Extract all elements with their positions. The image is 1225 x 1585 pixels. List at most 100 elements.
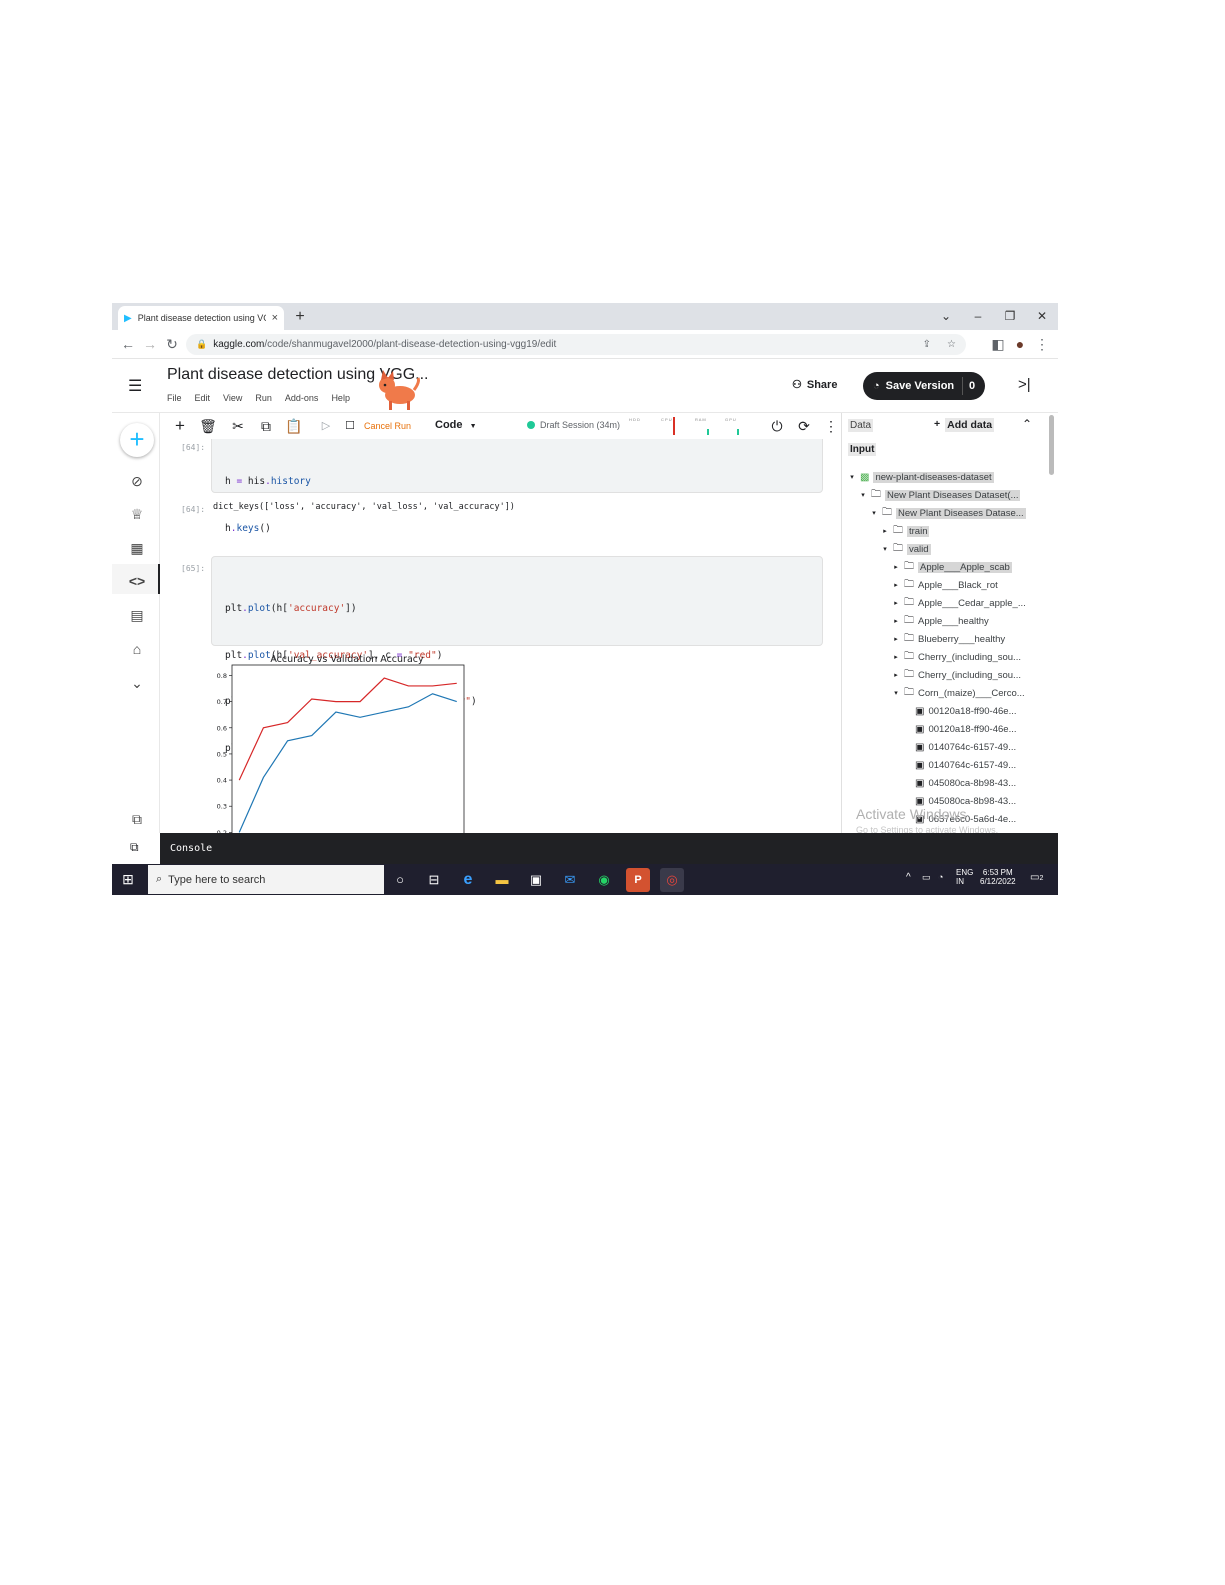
tree-item[interactable]: ▣ 0140764c-6157-49... bbox=[848, 756, 1048, 774]
new-tab-button[interactable]: + bbox=[290, 306, 310, 328]
expanded-caret-icon[interactable]: ▾ bbox=[870, 509, 878, 517]
tree-item[interactable]: ▸ 🗀 Cherry_(including_sou... bbox=[848, 648, 1048, 666]
store-icon[interactable]: ▣ bbox=[524, 868, 548, 892]
tree-item[interactable]: ▣ 00120a18-ff90-46e... bbox=[848, 720, 1048, 738]
tree-item[interactable]: ▸ 🗀 Apple___healthy bbox=[848, 612, 1048, 630]
copy-icon[interactable]: ⧉ bbox=[256, 416, 276, 436]
collapsed-caret-icon[interactable]: ▸ bbox=[881, 527, 889, 535]
code-icon[interactable]: <> bbox=[126, 570, 148, 592]
run-cell-icon[interactable]: ▷ bbox=[316, 416, 336, 436]
more-options-icon[interactable]: ⋮ bbox=[821, 416, 841, 436]
menu-edit[interactable]: Edit bbox=[195, 393, 211, 403]
chevron-down-icon[interactable]: ⌄ bbox=[126, 672, 148, 694]
tab-search-icon[interactable]: ⌄ bbox=[930, 303, 962, 330]
file-explorer-icon[interactable]: ▬ bbox=[490, 868, 514, 892]
menu-view[interactable]: View bbox=[223, 393, 242, 403]
wifi-icon[interactable]: ◔ bbox=[938, 872, 943, 882]
collapse-panel-icon[interactable]: >| bbox=[1018, 376, 1031, 393]
tree-item[interactable]: ▾ 🗀 valid bbox=[848, 540, 1048, 558]
tray-chevron-icon[interactable]: ^ bbox=[906, 872, 911, 883]
tree-item[interactable]: ▾ 🗀 New Plant Diseases Datase... bbox=[848, 504, 1048, 522]
collapse-up-icon[interactable]: ⌃ bbox=[1022, 417, 1032, 431]
discussion-icon[interactable]: ▤ bbox=[126, 604, 148, 626]
sidepanel-icon[interactable]: ◧ bbox=[988, 334, 1008, 354]
tree-item[interactable]: ▣ 045080ca-8b98-43... bbox=[848, 774, 1048, 792]
tree-item[interactable]: ▾ ▩ new-plant-diseases-dataset bbox=[848, 468, 1048, 486]
expanded-caret-icon[interactable]: ▾ bbox=[881, 545, 889, 553]
close-tab-icon[interactable]: × bbox=[272, 312, 278, 324]
windows-start-icon[interactable]: ⊞ bbox=[120, 871, 136, 887]
stop-icon[interactable]: ☐ bbox=[340, 416, 360, 436]
collapsed-caret-icon[interactable]: ▸ bbox=[892, 563, 900, 571]
expanded-caret-icon[interactable]: ▾ bbox=[859, 491, 867, 499]
back-icon[interactable]: ← bbox=[118, 334, 138, 354]
tree-item[interactable]: ▾ 🗀 New Plant Diseases Dataset(... bbox=[848, 486, 1048, 504]
notifications-icon[interactable]: ⧉ bbox=[126, 808, 148, 830]
paste-icon[interactable]: 📋 bbox=[284, 416, 304, 436]
browser-tab[interactable]: ▶ Plant disease detection using VG × bbox=[118, 306, 284, 330]
learn-icon[interactable]: ⌂ bbox=[126, 638, 148, 660]
cortana-icon[interactable]: ○ bbox=[388, 868, 412, 892]
tree-item[interactable]: ▸ 🗀 Blueberry___healthy bbox=[848, 630, 1048, 648]
tree-item[interactable]: ▣ 00120a18-ff90-46e... bbox=[848, 702, 1048, 720]
collapsed-caret-icon[interactable]: ▸ bbox=[892, 653, 900, 661]
share-page-icon[interactable]: ⇪ bbox=[923, 339, 931, 350]
forward-icon[interactable]: → bbox=[140, 334, 160, 354]
trophy-icon[interactable]: ♕ bbox=[126, 503, 148, 525]
draft-session-status[interactable]: Draft Session (34m) bbox=[527, 420, 620, 430]
url-input[interactable]: 🔒 kaggle.com/code/shanmugavel2000/plant-… bbox=[186, 334, 966, 355]
share-button[interactable]: ⚇ Share bbox=[792, 378, 837, 392]
tree-item[interactable]: ▸ 🗀 train bbox=[848, 522, 1048, 540]
tree-item[interactable]: ▸ 🗀 Apple___Apple_scab bbox=[848, 558, 1048, 576]
tree-item[interactable]: ▸ 🗀 Apple___Black_rot bbox=[848, 576, 1048, 594]
tree-item[interactable]: ▣ 0140764c-6157-49... bbox=[848, 738, 1048, 756]
tree-item[interactable]: ▾ 🗀 Corn_(maize)___Cerco... bbox=[848, 684, 1048, 702]
code-cell[interactable]: plt.plot(h['accuracy']) plt.plot(h['val_… bbox=[211, 556, 823, 754]
battery-icon[interactable]: ▭ bbox=[922, 872, 931, 883]
chrome-icon[interactable]: ◎ bbox=[660, 868, 684, 892]
collapsed-caret-icon[interactable]: ▸ bbox=[892, 599, 900, 607]
power-icon[interactable]: ⏻ bbox=[767, 416, 787, 436]
tree-item[interactable]: ▸ 🗀 Apple___Cedar_apple_... bbox=[848, 594, 1048, 612]
delete-cell-icon[interactable]: 🗑 bbox=[198, 416, 218, 436]
browser-menu-icon[interactable]: ⋮ bbox=[1032, 334, 1052, 354]
cancel-run-button[interactable]: Cancel Run bbox=[364, 421, 411, 431]
console-toggle-icon[interactable]: ⧉ bbox=[130, 840, 139, 855]
code-cell[interactable]: h = his.history h.keys() bbox=[211, 439, 823, 534]
console-bar[interactable]: Console bbox=[160, 833, 1058, 864]
bookmark-star-icon[interactable]: ☆ bbox=[947, 339, 956, 350]
restore-button[interactable]: ❐ bbox=[994, 303, 1026, 330]
collapsed-caret-icon[interactable]: ▸ bbox=[892, 671, 900, 679]
collapsed-caret-icon[interactable]: ▸ bbox=[892, 635, 900, 643]
task-view-icon[interactable]: ⊟ bbox=[422, 868, 446, 892]
panel-scrollbar[interactable] bbox=[1049, 415, 1054, 475]
expanded-caret-icon[interactable]: ▾ bbox=[848, 473, 856, 481]
add-data-button[interactable]: + Add data bbox=[934, 418, 995, 432]
taskbar-search-input[interactable]: ⌕ Type here to search bbox=[148, 865, 384, 894]
edge-icon[interactable]: e bbox=[456, 868, 480, 892]
menu-addons[interactable]: Add-ons bbox=[285, 393, 319, 403]
collapsed-caret-icon[interactable]: ▸ bbox=[892, 617, 900, 625]
refresh-session-icon[interactable]: ⟳ bbox=[794, 416, 814, 436]
close-window-button[interactable]: ✕ bbox=[1026, 303, 1058, 330]
minimize-button[interactable]: – bbox=[962, 303, 994, 330]
reload-icon[interactable]: ↻ bbox=[162, 334, 182, 354]
create-plus-button[interactable]: + bbox=[120, 423, 154, 457]
mail-icon[interactable]: ✉ bbox=[558, 868, 582, 892]
expanded-caret-icon[interactable]: ▾ bbox=[892, 689, 900, 697]
cell-type-select[interactable]: Code ▼ bbox=[435, 419, 477, 431]
cut-icon[interactable]: ✂ bbox=[228, 416, 248, 436]
menu-run[interactable]: Run bbox=[255, 393, 272, 403]
action-center-icon[interactable]: ▭2 bbox=[1030, 872, 1043, 883]
table-icon[interactable]: ▦ bbox=[126, 537, 148, 559]
menu-help[interactable]: Help bbox=[331, 393, 350, 403]
profile-avatar[interactable]: ● bbox=[1010, 334, 1030, 354]
menu-file[interactable]: File bbox=[167, 393, 182, 403]
hamburger-menu-icon[interactable]: ☰ bbox=[128, 376, 146, 395]
powerpoint-icon[interactable]: P bbox=[626, 868, 650, 892]
save-version-button[interactable]: ◔ Save Version 0 bbox=[863, 372, 985, 400]
language-indicator[interactable]: ENG IN bbox=[956, 868, 973, 886]
compass-icon[interactable]: ⊘ bbox=[126, 470, 148, 492]
whatsapp-icon[interactable]: ◉ bbox=[592, 868, 616, 892]
collapsed-caret-icon[interactable]: ▸ bbox=[892, 581, 900, 589]
